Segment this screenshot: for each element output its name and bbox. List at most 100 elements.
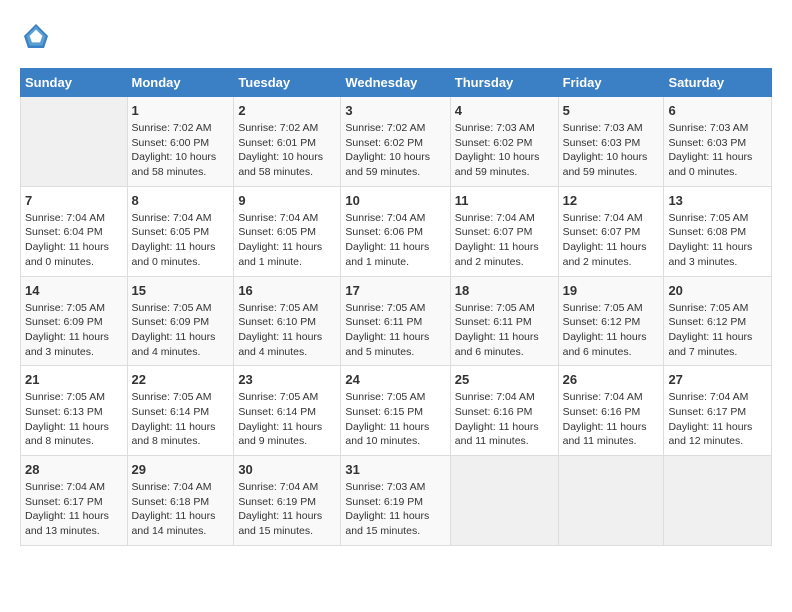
day-info: Sunrise: 7:05 AM Sunset: 6:09 PM Dayligh… <box>132 301 230 360</box>
page-header <box>20 20 772 52</box>
calendar-cell: 3 Sunrise: 7:02 AM Sunset: 6:02 PM Daylig… <box>341 97 450 187</box>
day-info: Sunrise: 7:05 AM Sunset: 6:10 PM Dayligh… <box>238 301 336 360</box>
calendar-cell: 22Sunrise: 7:05 AM Sunset: 6:14 PM Dayli… <box>127 366 234 456</box>
day-info: Sunrise: 7:04 AM Sunset: 6:07 PM Dayligh… <box>455 211 554 270</box>
day-info: Sunrise: 7:02 AM Sunset: 6:01 PM Dayligh… <box>238 121 336 180</box>
logo <box>20 20 56 52</box>
calendar-cell: 20Sunrise: 7:05 AM Sunset: 6:12 PM Dayli… <box>664 276 772 366</box>
day-number: 8 <box>132 193 230 208</box>
day-info: Sunrise: 7:04 AM Sunset: 6:04 PM Dayligh… <box>25 211 123 270</box>
calendar-cell: 16 Sunrise: 7:05 AM Sunset: 6:10 PM Dayli… <box>234 276 341 366</box>
day-info: Sunrise: 7:03 AM Sunset: 6:19 PM Dayligh… <box>345 480 445 539</box>
day-number: 14 <box>25 283 123 298</box>
day-number: 10 <box>345 193 445 208</box>
calendar-cell: 26 Sunrise: 7:04 AM Sunset: 6:16 PM Dayli… <box>558 366 664 456</box>
header-cell-sunday: Sunday <box>21 69 128 97</box>
day-number: 24 <box>345 372 445 387</box>
day-number: 23 <box>238 372 336 387</box>
day-number: 6 <box>668 103 767 118</box>
day-number: 4 <box>455 103 554 118</box>
day-number: 2 <box>238 103 336 118</box>
calendar-cell: 11 Sunrise: 7:04 AM Sunset: 6:07 PM Dayli… <box>450 186 558 276</box>
calendar-body: 1Sunrise: 7:02 AM Sunset: 6:00 PM Daylig… <box>21 97 772 546</box>
calendar-cell: 19 Sunrise: 7:05 AM Sunset: 6:12 PM Dayli… <box>558 276 664 366</box>
calendar-cell: 2 Sunrise: 7:02 AM Sunset: 6:01 PM Daylig… <box>234 97 341 187</box>
logo-icon <box>20 20 52 52</box>
day-number: 17 <box>345 283 445 298</box>
day-number: 29 <box>132 462 230 477</box>
header-cell-friday: Friday <box>558 69 664 97</box>
day-number: 18 <box>455 283 554 298</box>
day-info: Sunrise: 7:05 AM Sunset: 6:08 PM Dayligh… <box>668 211 767 270</box>
calendar-cell <box>21 97 128 187</box>
header-cell-wednesday: Wednesday <box>341 69 450 97</box>
day-info: Sunrise: 7:04 AM Sunset: 6:16 PM Dayligh… <box>455 390 554 449</box>
day-number: 13 <box>668 193 767 208</box>
day-info: Sunrise: 7:05 AM Sunset: 6:14 PM Dayligh… <box>132 390 230 449</box>
calendar-cell: 10 Sunrise: 7:04 AM Sunset: 6:06 PM Dayli… <box>341 186 450 276</box>
day-info: Sunrise: 7:05 AM Sunset: 6:15 PM Dayligh… <box>345 390 445 449</box>
calendar-cell: 13 Sunrise: 7:05 AM Sunset: 6:08 PM Dayli… <box>664 186 772 276</box>
day-number: 26 <box>563 372 660 387</box>
day-number: 31 <box>345 462 445 477</box>
calendar-cell: 28Sunrise: 7:04 AM Sunset: 6:17 PM Dayli… <box>21 456 128 546</box>
day-info: Sunrise: 7:04 AM Sunset: 6:05 PM Dayligh… <box>132 211 230 270</box>
day-number: 12 <box>563 193 660 208</box>
calendar-cell: 14Sunrise: 7:05 AM Sunset: 6:09 PM Dayli… <box>21 276 128 366</box>
day-info: Sunrise: 7:05 AM Sunset: 6:13 PM Dayligh… <box>25 390 123 449</box>
calendar-cell <box>450 456 558 546</box>
calendar-cell: 31 Sunrise: 7:03 AM Sunset: 6:19 PM Dayli… <box>341 456 450 546</box>
day-info: Sunrise: 7:02 AM Sunset: 6:02 PM Dayligh… <box>345 121 445 180</box>
week-row-5: 28Sunrise: 7:04 AM Sunset: 6:17 PM Dayli… <box>21 456 772 546</box>
calendar-cell: 7 Sunrise: 7:04 AM Sunset: 6:04 PM Daylig… <box>21 186 128 276</box>
day-number: 28 <box>25 462 123 477</box>
week-row-4: 21 Sunrise: 7:05 AM Sunset: 6:13 PM Dayli… <box>21 366 772 456</box>
day-number: 11 <box>455 193 554 208</box>
day-number: 20 <box>668 283 767 298</box>
header-cell-thursday: Thursday <box>450 69 558 97</box>
day-number: 19 <box>563 283 660 298</box>
day-number: 16 <box>238 283 336 298</box>
day-info: Sunrise: 7:04 AM Sunset: 6:19 PM Dayligh… <box>238 480 336 539</box>
day-number: 5 <box>563 103 660 118</box>
day-info: Sunrise: 7:04 AM Sunset: 6:06 PM Dayligh… <box>345 211 445 270</box>
day-number: 3 <box>345 103 445 118</box>
day-info: Sunrise: 7:05 AM Sunset: 6:14 PM Dayligh… <box>238 390 336 449</box>
day-info: Sunrise: 7:02 AM Sunset: 6:00 PM Dayligh… <box>132 121 230 180</box>
day-info: Sunrise: 7:04 AM Sunset: 6:05 PM Dayligh… <box>238 211 336 270</box>
calendar-cell: 29 Sunrise: 7:04 AM Sunset: 6:18 PM Dayli… <box>127 456 234 546</box>
day-number: 9 <box>238 193 336 208</box>
calendar-cell <box>558 456 664 546</box>
calendar-cell: 17Sunrise: 7:05 AM Sunset: 6:11 PM Dayli… <box>341 276 450 366</box>
calendar-cell: 15 Sunrise: 7:05 AM Sunset: 6:09 PM Dayli… <box>127 276 234 366</box>
day-info: Sunrise: 7:03 AM Sunset: 6:02 PM Dayligh… <box>455 121 554 180</box>
week-row-3: 14 Sunrise: 7:05 AM Sunset: 6:09 PM Dayli… <box>21 276 772 366</box>
day-number: 15 <box>132 283 230 298</box>
day-number: 25 <box>455 372 554 387</box>
header-cell-saturday: Saturday <box>664 69 772 97</box>
day-info: Sunrise: 7:05 AM Sunset: 6:12 PM Dayligh… <box>563 301 660 360</box>
day-info: Sunrise: 7:04 AM Sunset: 6:17 PM Dayligh… <box>668 390 767 449</box>
day-info: Sunrise: 7:04 AM Sunset: 6:18 PM Dayligh… <box>132 480 230 539</box>
calendar-cell: 5 Sunrise: 7:03 AM Sunset: 6:03 PM Daylig… <box>558 97 664 187</box>
calendar-cell: 8 Sunrise: 7:04 AM Sunset: 6:05 PM Daylig… <box>127 186 234 276</box>
header-cell-tuesday: Tuesday <box>234 69 341 97</box>
day-number: 7 <box>25 193 123 208</box>
header-row: SundayMondayTuesdayWednesdayThursdayFrid… <box>21 69 772 97</box>
calendar-cell: 25 Sunrise: 7:04 AM Sunset: 6:16 PM Dayli… <box>450 366 558 456</box>
calendar-table: SundayMondayTuesdayWednesdayThursdayFrid… <box>20 68 772 546</box>
calendar-cell <box>664 456 772 546</box>
calendar-cell: 21 Sunrise: 7:05 AM Sunset: 6:13 PM Dayli… <box>21 366 128 456</box>
calendar-header: SundayMondayTuesdayWednesdayThursdayFrid… <box>21 69 772 97</box>
day-number: 21 <box>25 372 123 387</box>
calendar-cell: 9 Sunrise: 7:04 AM Sunset: 6:05 PM Daylig… <box>234 186 341 276</box>
day-info: Sunrise: 7:04 AM Sunset: 6:16 PM Dayligh… <box>563 390 660 449</box>
calendar-cell: 1Sunrise: 7:02 AM Sunset: 6:00 PM Daylig… <box>127 97 234 187</box>
calendar-cell: 27 Sunrise: 7:04 AM Sunset: 6:17 PM Dayli… <box>664 366 772 456</box>
day-number: 27 <box>668 372 767 387</box>
calendar-cell: 12Sunrise: 7:04 AM Sunset: 6:07 PM Dayli… <box>558 186 664 276</box>
calendar-cell: 23 Sunrise: 7:05 AM Sunset: 6:14 PM Dayli… <box>234 366 341 456</box>
calendar-cell: 24 Sunrise: 7:05 AM Sunset: 6:15 PM Dayli… <box>341 366 450 456</box>
day-info: Sunrise: 7:03 AM Sunset: 6:03 PM Dayligh… <box>563 121 660 180</box>
calendar-cell: 4 Sunrise: 7:03 AM Sunset: 6:02 PM Daylig… <box>450 97 558 187</box>
